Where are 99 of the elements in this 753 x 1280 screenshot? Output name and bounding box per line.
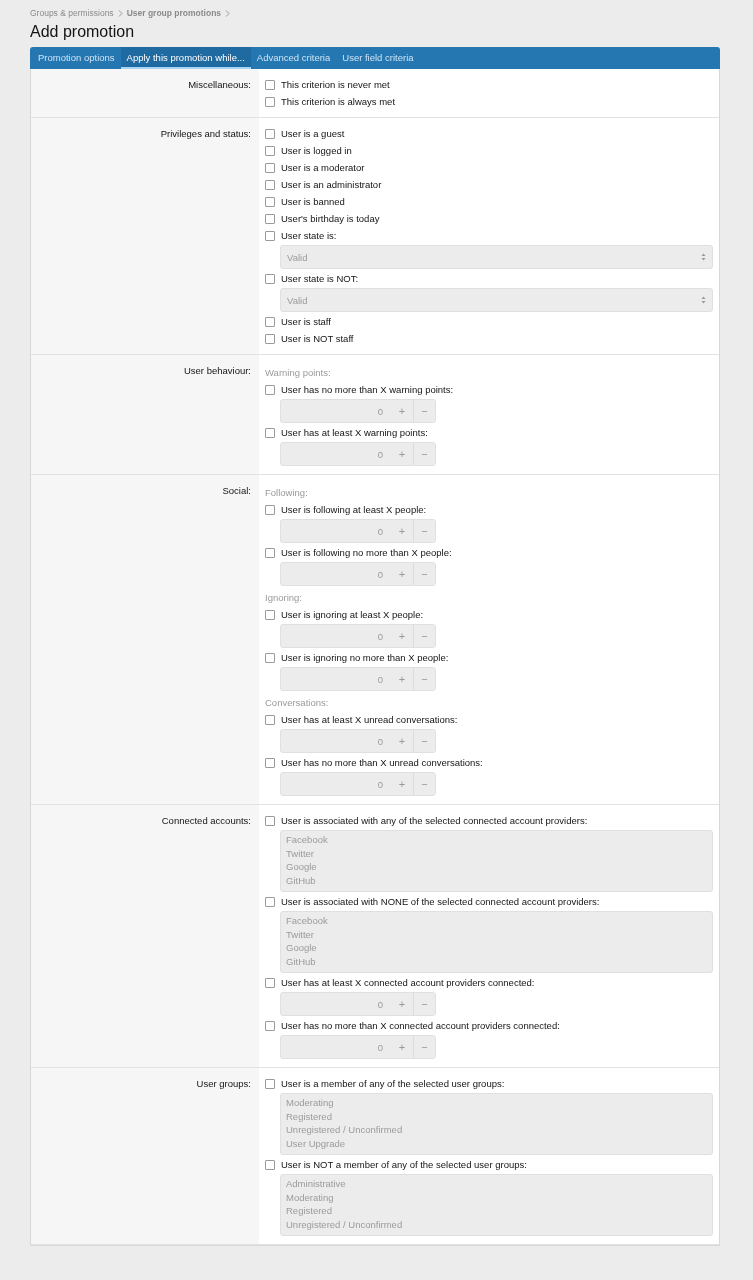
checkbox-label: User is associated with any of the selected connected account providers:	[281, 815, 588, 826]
state-select[interactable]: Valid	[280, 245, 713, 269]
number-field[interactable]: 0	[281, 1041, 391, 1053]
decrement-button[interactable]: −	[413, 773, 435, 795]
checkbox-label: User is banned	[281, 196, 345, 207]
checkbox-label: User state is NOT:	[281, 273, 359, 284]
checkbox[interactable]	[265, 162, 275, 173]
decrement-button[interactable]: −	[413, 400, 435, 422]
tab[interactable]: Apply this promotion while...	[120, 47, 251, 69]
checkbox-label: User is associated with NONE of the selected connected account providers:	[281, 896, 600, 907]
decrement-button[interactable]: −	[413, 443, 435, 465]
state-select[interactable]: Valid	[280, 288, 713, 312]
checkbox-label: This criterion is always met	[281, 96, 396, 107]
chevron-icon	[117, 9, 123, 17]
group-heading: Warning points:	[265, 366, 332, 380]
checkbox-label: User is staff	[281, 316, 331, 327]
number-field[interactable]: 0	[281, 673, 391, 685]
decrement-button[interactable]: −	[413, 625, 435, 647]
checkbox-label: User is a guest	[281, 128, 345, 139]
decrement-button[interactable]: −	[413, 993, 435, 1015]
checkbox-label: User is an administrator	[281, 179, 382, 190]
multi-select-list[interactable]: Moderating Registered Unregistered / Unconfirmed User Upgrade	[280, 1093, 713, 1155]
checkbox[interactable]	[265, 145, 275, 156]
checkbox[interactable]	[265, 1020, 275, 1031]
checkbox-label: User is a member of any of the selected user groups:	[281, 1078, 505, 1089]
checkbox-label: User is following no more than X people:	[281, 547, 452, 558]
checkbox[interactable]	[265, 714, 275, 725]
checkbox[interactable]	[265, 427, 275, 438]
checkbox-label: User is following at least X people:	[281, 504, 427, 515]
checkbox[interactable]	[265, 977, 275, 988]
checkbox-label: User is ignoring no more than X people:	[281, 652, 449, 663]
multi-select-list[interactable]: Administrative Moderating Registered Unregistered / Unconfirmed	[280, 1174, 713, 1236]
tab[interactable]: User field criteria	[336, 47, 420, 69]
checkbox-label: User has at least X connected account providers connected:	[281, 977, 535, 988]
checkbox-label: User is ignoring at least X people:	[281, 609, 424, 620]
checkbox[interactable]	[265, 1159, 275, 1170]
number-field[interactable]: 0	[281, 405, 391, 417]
section-label: Privileges and status:	[159, 127, 252, 140]
tab[interactable]: Promotion options	[32, 47, 121, 69]
checkbox-label: User's birthday is today	[281, 213, 380, 224]
checkbox[interactable]	[265, 1078, 275, 1089]
breadcrumb-link[interactable]: User group promotions	[126, 8, 222, 18]
number-field[interactable]: 0	[281, 448, 391, 460]
checkbox-label: User has at least X unread conversations:	[281, 714, 458, 725]
decrement-button[interactable]: −	[413, 563, 435, 585]
checkbox-label: User is NOT a member of any of the selected user groups:	[281, 1159, 527, 1170]
chevron-icon	[225, 9, 231, 17]
tab[interactable]: Advanced criteria	[250, 47, 337, 69]
number-field[interactable]: 0	[281, 998, 391, 1010]
checkbox-label: User is NOT staff	[281, 333, 354, 344]
checkbox-label: This criterion is never met	[281, 79, 390, 90]
checkbox[interactable]	[265, 128, 275, 139]
number-field[interactable]: 0	[281, 630, 391, 642]
number-field[interactable]: 0	[281, 735, 391, 747]
multi-select-list[interactable]: Facebook Twitter Google GitHub	[280, 911, 713, 973]
section-label: User behaviour:	[182, 364, 252, 377]
checkbox-label: User is logged in	[281, 145, 352, 156]
checkbox[interactable]	[265, 230, 275, 241]
page-title: Add promotion	[30, 23, 136, 41]
number-field[interactable]: 0	[281, 778, 391, 790]
updown-icon	[701, 253, 706, 261]
group-heading: Ignoring:	[265, 591, 303, 605]
section-label: Connected accounts:	[160, 814, 252, 827]
decrement-button[interactable]: −	[413, 1036, 435, 1058]
checkbox-label: User has no more than X connected account providers connected:	[281, 1020, 560, 1031]
checkbox-label: User state is:	[281, 230, 337, 241]
checkbox[interactable]	[265, 504, 275, 515]
checkbox[interactable]	[265, 757, 275, 768]
checkbox-label: User has no more than X unread conversations:	[281, 757, 483, 768]
section-label: Miscellaneous:	[187, 78, 252, 91]
decrement-button[interactable]: −	[413, 668, 435, 690]
checkbox[interactable]	[265, 96, 275, 107]
decrement-button[interactable]: −	[413, 730, 435, 752]
checkbox[interactable]	[265, 333, 275, 344]
checkbox[interactable]	[265, 652, 275, 663]
checkbox[interactable]	[265, 896, 275, 907]
checkbox[interactable]	[265, 273, 275, 284]
checkbox-label: User has at least X warning points:	[281, 427, 428, 438]
checkbox[interactable]	[265, 547, 275, 558]
section-label: Social:	[221, 484, 252, 497]
breadcrumb-link[interactable]: Groups & permissions	[30, 8, 114, 18]
checkbox[interactable]	[265, 213, 275, 224]
updown-icon	[701, 296, 706, 304]
multi-select-list[interactable]: Facebook Twitter Google GitHub	[280, 830, 713, 892]
number-field[interactable]: 0	[281, 568, 391, 580]
checkbox-label: User has no more than X warning points:	[281, 384, 454, 395]
checkbox[interactable]	[265, 196, 275, 207]
checkbox[interactable]	[265, 609, 275, 620]
checkbox[interactable]	[265, 79, 275, 90]
checkbox[interactable]	[265, 815, 275, 826]
section-label: User groups:	[195, 1077, 252, 1090]
checkbox[interactable]	[265, 179, 275, 190]
number-field[interactable]: 0	[281, 525, 391, 537]
group-heading: Following:	[265, 486, 309, 500]
checkbox-label: User is a moderator	[281, 162, 365, 173]
decrement-button[interactable]: −	[413, 520, 435, 542]
checkbox[interactable]	[265, 384, 275, 395]
group-heading: Conversations:	[265, 696, 330, 710]
checkbox[interactable]	[265, 316, 275, 327]
